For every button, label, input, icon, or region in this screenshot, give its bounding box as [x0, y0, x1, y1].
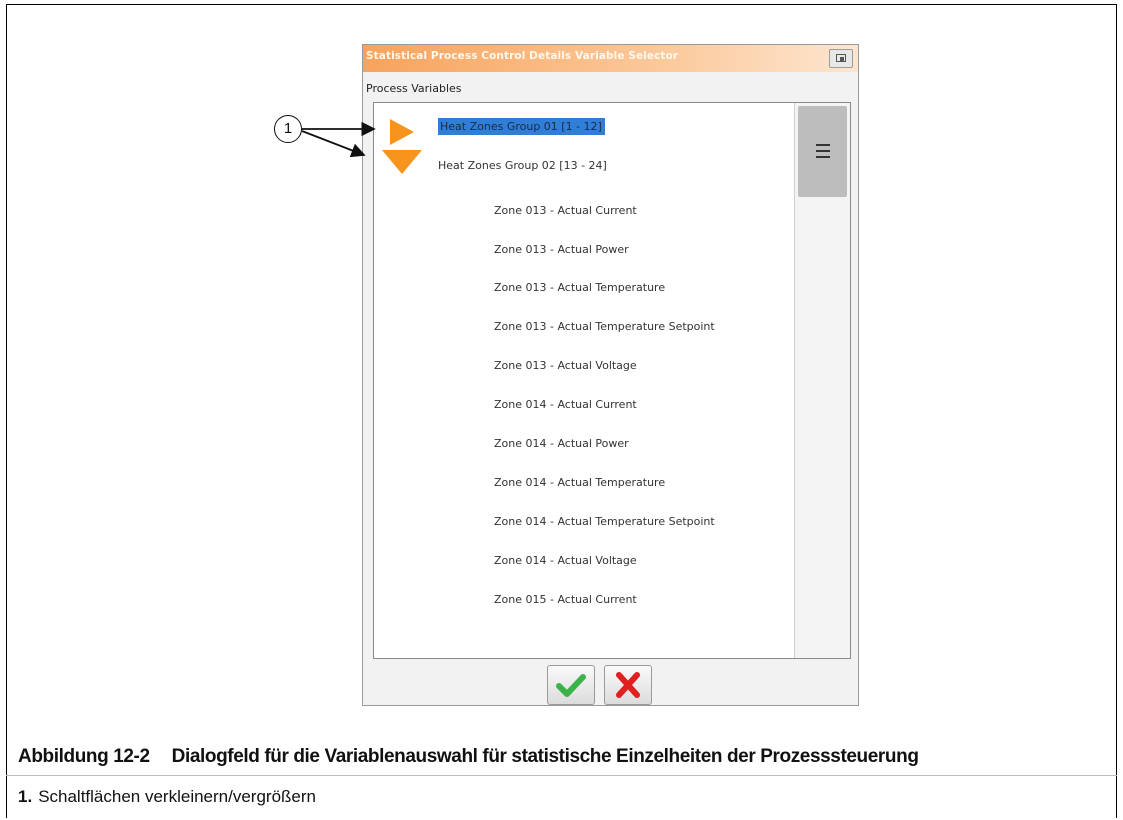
callout-arrows	[301, 121, 376, 158]
checkmark-icon	[556, 674, 586, 697]
dialog-title: Statistical Process Control Details Vari…	[366, 50, 679, 62]
legend-item: 1. Schaltflächen verkleinern/vergrößern	[18, 787, 316, 807]
list-item-label: Zone 013 - Actual Voltage	[494, 359, 637, 372]
variable-selector-dialog: Statistical Process Control Details Vari…	[362, 44, 859, 706]
dialog-titlebar: Statistical Process Control Details Vari…	[363, 45, 858, 72]
tree-group-label: Heat Zones Group 01 [1 - 12]	[438, 118, 605, 135]
caption-divider	[6, 775, 1117, 776]
list-item[interactable]: Zone 014 - Actual Temperature Setpoint	[374, 507, 792, 537]
process-variables-list[interactable]: Heat Zones Group 01 [1 - 12] Heat Zones …	[373, 102, 851, 659]
callout-marker: 1	[274, 115, 302, 143]
list-item-label: Zone 013 - Actual Current	[494, 204, 637, 217]
list-item-label: Zone 014 - Actual Current	[494, 398, 637, 411]
list-item[interactable]: Zone 014 - Actual Current	[374, 390, 792, 420]
list-item-label: Zone 013 - Actual Temperature	[494, 281, 666, 294]
list-item[interactable]: Zone 013 - Actual Current	[374, 196, 792, 226]
list-item-label: Zone 015 - Actual Current	[494, 593, 637, 606]
list-item[interactable]: Zone 014 - Actual Temperature	[374, 468, 792, 498]
list-item[interactable]: Zone 014 - Actual Power	[374, 429, 792, 459]
ok-button[interactable]	[547, 665, 595, 705]
list-item[interactable]: Zone 013 - Actual Power	[374, 235, 792, 265]
list-item[interactable]: Zone 013 - Actual Voltage	[374, 351, 792, 381]
x-icon	[616, 672, 640, 698]
list-item-label: Zone 014 - Actual Temperature Setpoint	[494, 515, 715, 528]
process-variables-label: Process Variables	[366, 82, 462, 95]
list-item-label: Zone 014 - Actual Temperature	[494, 476, 666, 489]
window-icon	[836, 54, 846, 62]
list-item[interactable]: Zone 014 - Actual Voltage	[374, 546, 792, 576]
list-item[interactable]: Zone 013 - Actual Temperature Setpoint	[374, 312, 792, 342]
tree-group-row[interactable]: Heat Zones Group 02 [13 - 24]	[374, 150, 792, 180]
vertical-scrollbar[interactable]	[794, 103, 850, 658]
figure-number: Abbildung 12-2	[18, 746, 150, 767]
list-item[interactable]: Zone 015 - Actual Current	[374, 585, 792, 615]
figure-caption: Abbildung 12-2 Dialogfeld für die Variabl…	[18, 746, 919, 768]
legend-number: 1.	[18, 787, 33, 806]
tree-group-label: Heat Zones Group 02 [13 - 24]	[438, 159, 607, 172]
legend-text: Schaltflächen verkleinern/vergrößern	[38, 787, 316, 806]
window-restore-button[interactable]	[829, 49, 853, 68]
tree-group-row[interactable]: Heat Zones Group 01 [1 - 12]	[374, 112, 792, 145]
list-item-label: Zone 013 - Actual Power	[494, 243, 629, 256]
list-item-label: Zone 013 - Actual Temperature Setpoint	[494, 320, 715, 333]
hamburger-icon	[816, 144, 830, 158]
list-item-label: Zone 014 - Actual Voltage	[494, 554, 637, 567]
figure-caption-text: Dialogfeld für die Variablenauswahl für …	[171, 746, 919, 767]
list-item[interactable]: Zone 013 - Actual Temperature	[374, 273, 792, 303]
cancel-button[interactable]	[604, 665, 652, 705]
expand-arrow-icon[interactable]	[390, 119, 414, 145]
scrollbar-thumb[interactable]	[798, 106, 847, 197]
list-item-label: Zone 014 - Actual Power	[494, 437, 629, 450]
